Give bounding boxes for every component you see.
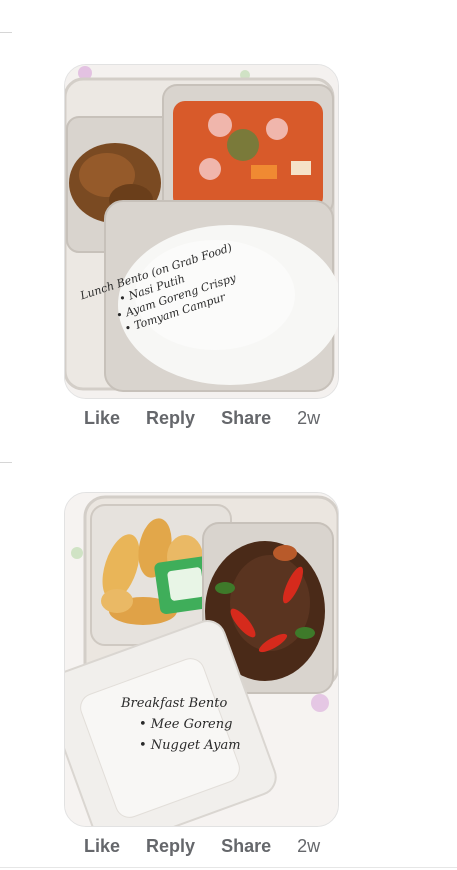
like-button[interactable]: Like (84, 408, 120, 429)
share-button[interactable]: Share (221, 836, 271, 857)
breakfast-bento-photo[interactable]: Breakfast Bento • Mee Goreng • Nugget Ay… (64, 492, 339, 827)
thread-divider (0, 32, 12, 33)
lunch-bento-photo[interactable]: Lunch Bento (on Grab Food) • Nasi Putih … (64, 64, 339, 399)
share-button[interactable]: Share (221, 408, 271, 429)
photo-caption-breakfast: Breakfast Bento • Mee Goreng • Nugget Ay… (121, 697, 241, 752)
reply-button[interactable]: Reply (146, 836, 195, 857)
caption-title: Breakfast Bento (121, 696, 228, 711)
reply-button[interactable]: Reply (146, 408, 195, 429)
caption-item: • Nugget Ayam (139, 738, 241, 753)
caption-item: • Mee Goreng (139, 717, 233, 732)
like-button[interactable]: Like (84, 836, 120, 857)
timestamp[interactable]: 2w (297, 836, 320, 857)
comment-post-1: Lunch Bento (on Grab Food) • Nasi Putih … (64, 64, 339, 399)
lunch-bento-illustration (65, 65, 338, 398)
timestamp[interactable]: 2w (297, 408, 320, 429)
breakfast-bento-illustration (65, 493, 338, 826)
comment-actions-2: Like Reply Share 2w (84, 836, 320, 857)
bottom-divider (0, 867, 457, 868)
comment-post-2: Breakfast Bento • Mee Goreng • Nugget Ay… (64, 492, 339, 827)
comment-actions-1: Like Reply Share 2w (84, 408, 320, 429)
thread-divider (0, 462, 12, 463)
